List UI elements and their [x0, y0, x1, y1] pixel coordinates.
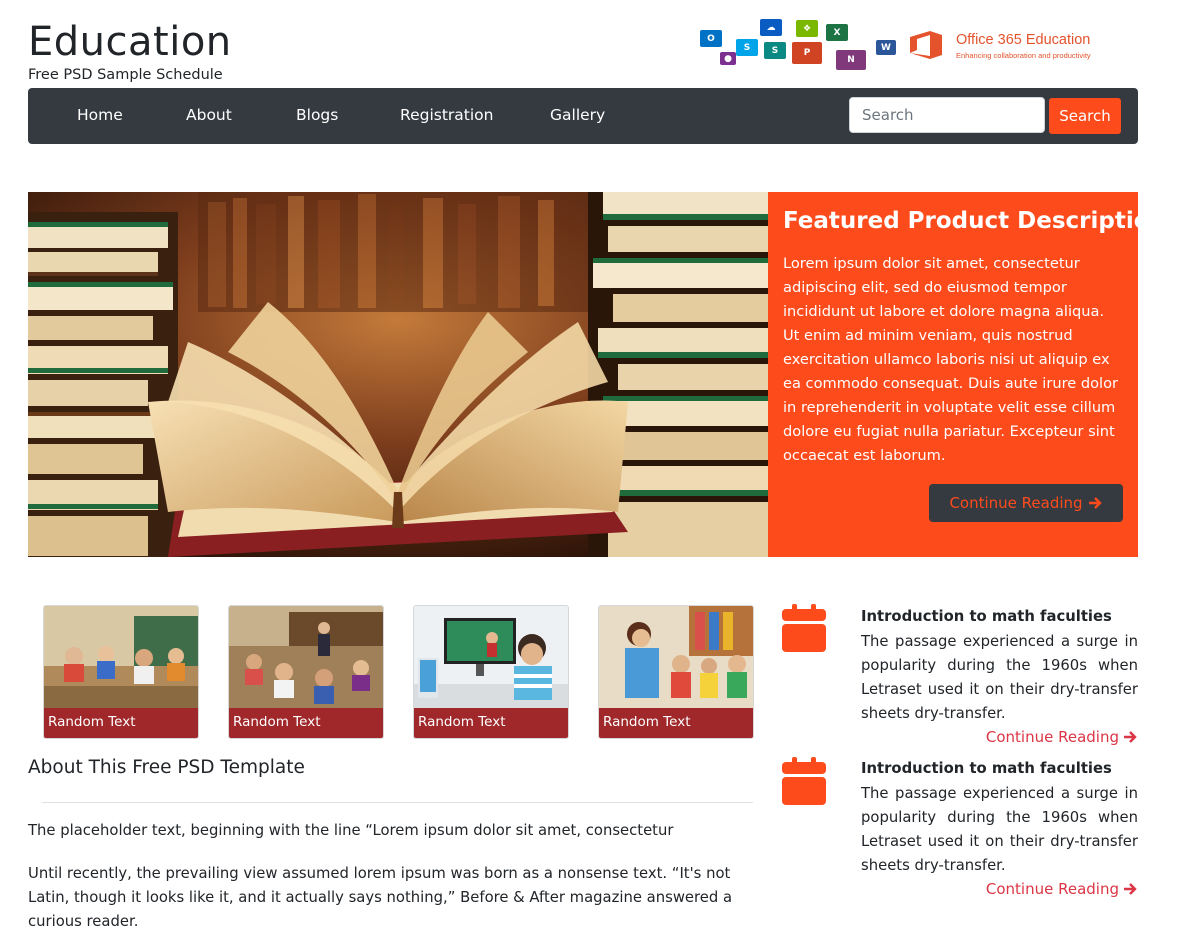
skype-icon: S: [736, 39, 758, 56]
office365-tagline: Enhancing collaboration and productivity: [956, 51, 1091, 60]
article-text: The passage experienced a surge in popul…: [861, 633, 1138, 722]
arrow-right-icon: [1124, 883, 1137, 895]
onenote-icon: N: [836, 50, 866, 70]
classroom-image: [44, 606, 198, 708]
calendar-icon: [782, 757, 826, 805]
about-paragraph: Until recently, the prevailing view assu…: [28, 865, 733, 930]
office365-logo: O ☁ ❖ S S X P N ● W Office 365 Education…: [698, 18, 1138, 74]
gallery-thumbnail[interactable]: Random Text: [228, 605, 384, 739]
hero-image: [28, 192, 768, 557]
site-title: Education: [28, 19, 232, 65]
nav-gallery[interactable]: Gallery: [550, 106, 605, 124]
thumbnail-caption: Random Text: [44, 708, 198, 738]
article-text: The passage experienced a surge in popul…: [861, 785, 1138, 874]
sharepoint-icon: S: [764, 42, 786, 59]
onedrive-icon: ☁: [760, 19, 782, 36]
office365-brand: Office 365 Education: [956, 32, 1091, 48]
excel-icon: X: [826, 24, 848, 41]
thumbnail-caption: Random Text: [414, 708, 568, 738]
site-subtitle: Free PSD Sample Schedule: [28, 67, 223, 83]
arrow-right-icon: [1088, 497, 1102, 509]
calendar-icon: [782, 604, 826, 652]
featured-text: Lorem ipsum dolor sit amet, consectetur …: [783, 255, 1119, 464]
arrow-right-icon: [1124, 731, 1137, 743]
nav-about[interactable]: About: [186, 106, 232, 124]
divider: [42, 802, 753, 803]
article-continue-link[interactable]: Continue Reading: [986, 880, 1138, 898]
about-title: About This Free PSD Template: [28, 757, 305, 778]
featured-title: Featured Product Description: [783, 208, 1166, 234]
office-logo-icon: [910, 31, 942, 59]
student-computer-image: [414, 606, 568, 708]
nav-blogs[interactable]: Blogs: [296, 106, 338, 124]
navbar: Home About Blogs Registration Gallery Se…: [28, 88, 1138, 144]
powerpoint-icon: P: [792, 42, 822, 64]
article-link-label: Continue Reading: [985, 880, 1119, 898]
article-title: Introduction to math faculties: [861, 608, 1112, 625]
gallery-thumbnail[interactable]: Random Text: [413, 605, 569, 739]
nav-registration[interactable]: Registration: [400, 106, 493, 124]
search-button[interactable]: Search: [1049, 98, 1121, 134]
article-continue-link[interactable]: Continue Reading: [986, 728, 1138, 746]
article-link-label: Continue Reading: [985, 728, 1119, 746]
search-input[interactable]: [849, 97, 1045, 133]
lecture-hall-image: [229, 606, 383, 708]
featured-panel: Featured Product Description Lorem ipsum…: [768, 192, 1166, 557]
continue-reading-label: Continue Reading: [949, 494, 1083, 512]
word-icon: W: [876, 40, 896, 55]
thumbnail-caption: Random Text: [229, 708, 383, 738]
thumbnail-caption: Random Text: [599, 708, 753, 738]
about-paragraph: The placeholder text, beginning with the…: [28, 822, 674, 839]
gallery-thumbnail[interactable]: Random Text: [43, 605, 199, 739]
continue-reading-button[interactable]: Continue Reading: [929, 484, 1123, 522]
outlook-icon: O: [700, 30, 722, 47]
yammer-icon: ●: [720, 52, 736, 65]
sway-icon: ❖: [796, 20, 818, 37]
gallery-thumbnail[interactable]: Random Text: [598, 605, 754, 739]
kids-class-image: [599, 606, 753, 708]
nav-home[interactable]: Home: [77, 106, 123, 124]
article-title: Introduction to math faculties: [861, 760, 1112, 777]
